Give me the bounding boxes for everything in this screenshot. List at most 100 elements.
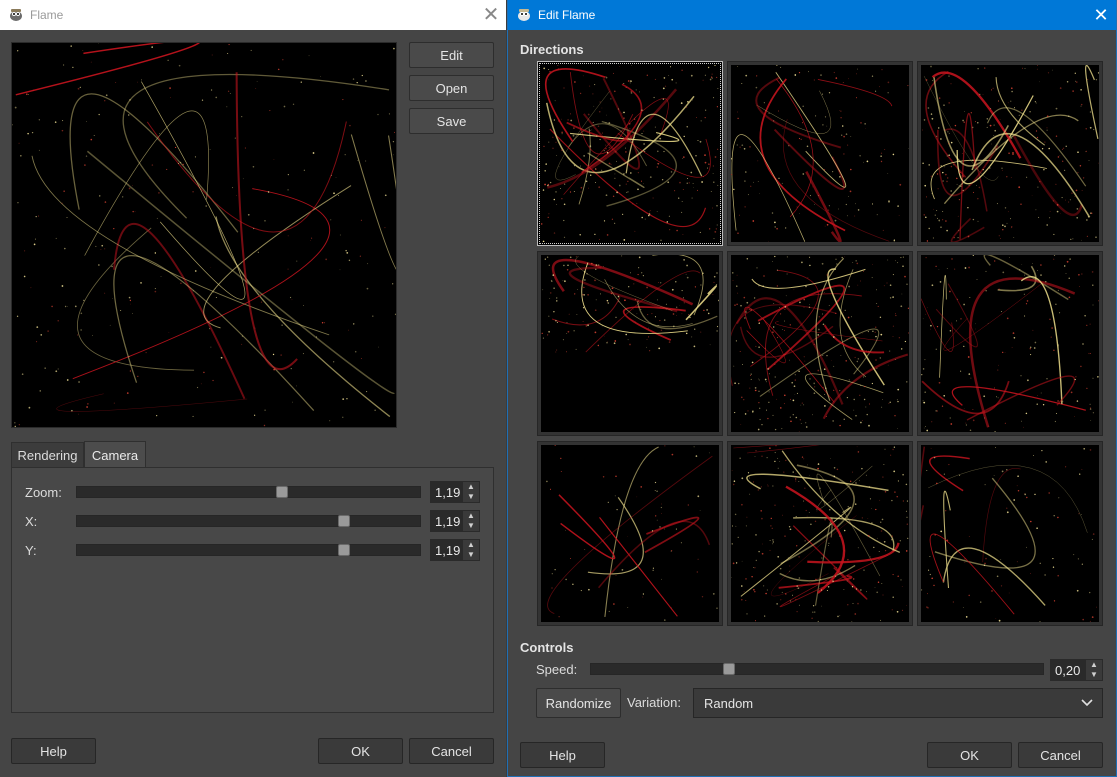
flame-spark — [352, 323, 355, 325]
flame-spark — [664, 528, 666, 530]
flame-spark — [825, 387, 827, 389]
flame-spark — [930, 113, 933, 115]
flame-spark — [1050, 336, 1052, 338]
flame-spark — [835, 77, 838, 79]
flame-spark — [1098, 300, 1099, 302]
close-icon[interactable]: ✕ — [476, 0, 506, 30]
y-slider-handle[interactable] — [338, 544, 350, 556]
direction-cell[interactable] — [728, 62, 912, 245]
flame-stroke — [931, 71, 1022, 159]
speed-slider[interactable] — [590, 663, 1044, 675]
cancel-button[interactable]: Cancel — [409, 738, 494, 764]
flame-spark — [548, 264, 550, 266]
direction-cell[interactable] — [918, 62, 1102, 245]
flame-spark — [377, 113, 379, 116]
flame-spark — [968, 594, 970, 597]
flame-spark — [203, 371, 205, 374]
x-slider[interactable] — [76, 515, 421, 527]
zoom-value[interactable]: 1,19 — [431, 485, 463, 500]
direction-cell[interactable] — [728, 442, 912, 625]
direction-cell[interactable] — [538, 442, 722, 625]
spin-arrows-icon[interactable]: ▲ ▼ — [463, 540, 479, 560]
flame-spark — [837, 615, 839, 618]
spin-arrows-icon[interactable]: ▲ ▼ — [1086, 660, 1102, 680]
tab-camera[interactable]: Camera — [84, 441, 146, 468]
flame-spark — [675, 528, 677, 530]
flame-spark — [651, 313, 653, 315]
flame-spark — [896, 399, 898, 401]
flame-spark — [661, 513, 662, 515]
randomize-button[interactable]: Randomize — [536, 688, 621, 718]
y-spinbox[interactable]: 1,19 ▲ ▼ — [430, 539, 480, 561]
flame-spark — [701, 181, 703, 183]
flame-spark — [925, 313, 926, 315]
flame-spark — [607, 501, 609, 503]
flame-spark — [648, 327, 650, 329]
zoom-slider[interactable] — [76, 486, 421, 498]
flame-spark — [997, 369, 999, 371]
variation-dropdown[interactable]: Random — [693, 688, 1103, 718]
y-value[interactable]: 1,19 — [431, 543, 463, 558]
speed-slider-handle[interactable] — [723, 663, 735, 675]
x-value[interactable]: 1,19 — [431, 514, 463, 529]
help-button[interactable]: Help — [520, 742, 605, 768]
tab-rendering[interactable]: Rendering — [11, 442, 84, 468]
flame-spark — [1054, 420, 1057, 423]
direction-cell[interactable] — [538, 252, 722, 435]
help-button[interactable]: Help — [11, 738, 96, 764]
open-button[interactable]: Open — [409, 75, 494, 101]
spin-arrows-icon[interactable]: ▲ ▼ — [463, 482, 479, 502]
spin-arrows-icon[interactable]: ▲ ▼ — [463, 511, 479, 531]
flame-spark — [731, 543, 733, 545]
flame-spark — [897, 480, 899, 482]
zoom-slider-handle[interactable] — [276, 486, 288, 498]
ok-button[interactable]: OK — [318, 738, 403, 764]
flame-spark — [657, 150, 659, 153]
direction-cell[interactable] — [538, 62, 722, 245]
flame-spark — [820, 605, 822, 607]
flame-spark — [809, 264, 811, 267]
variation-value[interactable]: Random — [694, 696, 1072, 711]
y-slider[interactable] — [76, 544, 421, 556]
flame-spark — [128, 187, 131, 190]
flame-spark — [841, 125, 844, 127]
direction-cell[interactable] — [918, 442, 1102, 625]
flame-spark — [1002, 271, 1005, 274]
edit-button[interactable]: Edit — [409, 42, 494, 68]
camera-panel: Zoom: 1,19 ▲ ▼ X: 1,19 ▲ ▼ Y: 1,19 ▲ ▼ — [11, 467, 494, 713]
chevron-down-icon[interactable] — [1072, 699, 1102, 707]
flame-spark — [394, 131, 395, 133]
flame-spark — [98, 113, 100, 116]
flame-spark — [717, 148, 719, 150]
speed-spinbox[interactable]: 0,20 ▲ ▼ — [1050, 659, 1103, 681]
flame-spark — [881, 518, 884, 521]
flame-spark — [987, 323, 989, 324]
zoom-spinbox[interactable]: 1,19 ▲ ▼ — [430, 481, 480, 503]
flame-spark — [716, 272, 718, 274]
flame-spark — [331, 174, 332, 176]
flame-spark — [814, 386, 816, 388]
x-slider-handle[interactable] — [338, 515, 350, 527]
direction-cell[interactable] — [918, 252, 1102, 435]
flame-spark — [1020, 203, 1022, 205]
flame-stroke — [587, 152, 645, 188]
flame-spark — [1068, 184, 1070, 186]
save-button[interactable]: Save — [409, 108, 494, 134]
direction-cell[interactable] — [728, 252, 912, 435]
flame-spark — [632, 203, 634, 205]
ok-button[interactable]: OK — [927, 742, 1012, 768]
flame-stroke — [551, 297, 621, 326]
flame-spark — [972, 159, 974, 162]
x-spinbox[interactable]: 1,19 ▲ ▼ — [430, 510, 480, 532]
flame-spark — [754, 387, 757, 389]
cancel-button[interactable]: Cancel — [1018, 742, 1103, 768]
close-icon[interactable]: ✕ — [1086, 0, 1116, 30]
flame-spark — [1087, 216, 1090, 218]
flame-spark — [877, 581, 880, 583]
speed-value[interactable]: 0,20 — [1051, 663, 1086, 678]
flame-spark — [822, 323, 825, 326]
flame-spark — [748, 308, 751, 311]
flame-spark — [665, 303, 667, 305]
flame-spark — [170, 97, 171, 98]
flame-spark — [852, 578, 855, 580]
